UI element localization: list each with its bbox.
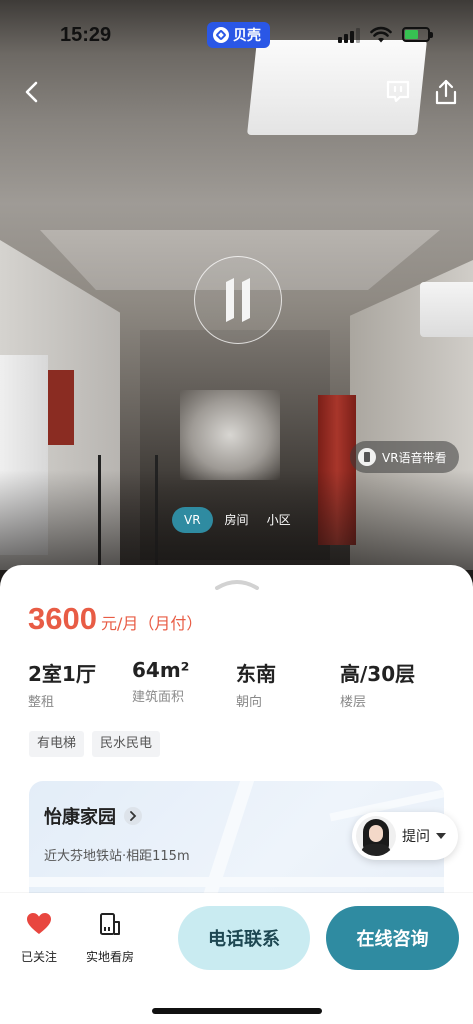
phone-contact-button[interactable]: 电话联系	[178, 906, 310, 970]
follow-button[interactable]: 已关注	[7, 910, 71, 965]
battery-icon	[402, 27, 433, 42]
spec-floor: 高/30层 楼层	[340, 658, 444, 710]
map-road	[197, 781, 255, 911]
pause-icon	[226, 278, 250, 322]
building-icon	[100, 913, 120, 935]
cellular-signal-icon	[338, 27, 360, 43]
price-row: 3600 元/月（月付）	[28, 601, 202, 637]
message-icon	[386, 80, 410, 103]
vr-voice-tour-button[interactable]: VR语音带看	[350, 441, 459, 473]
agent-avatar	[356, 816, 396, 856]
spec-value: 2室1厅	[28, 662, 96, 686]
view-tabs: VR 房间 小区	[172, 507, 297, 533]
heart-icon	[27, 913, 51, 934]
spec-value: 东南	[236, 662, 276, 686]
ask-label: 提问	[402, 829, 430, 845]
spec-label: 朝向	[236, 695, 263, 710]
back-button[interactable]	[14, 74, 50, 110]
community-distance: 近大芬地铁站·相距115m	[44, 849, 190, 864]
spec-label: 楼层	[340, 695, 367, 710]
spec-layout: 2室1厅 整租	[28, 658, 132, 710]
onsite-visit-button[interactable]: 实地看房	[78, 910, 142, 965]
share-button[interactable]	[428, 74, 464, 110]
community-name: 怡康家园	[44, 807, 116, 828]
spec-orientation: 东南 朝向	[236, 658, 340, 710]
sheet-handle-icon[interactable]	[214, 576, 260, 590]
onsite-visit-label: 实地看房	[85, 950, 134, 964]
rent-price: 3600	[28, 601, 97, 636]
spec-label: 整租	[28, 695, 55, 710]
home-indicator	[152, 1008, 322, 1014]
map-road	[29, 877, 444, 887]
rent-price-unit: 元/月（月付）	[100, 614, 203, 633]
back-icon	[25, 81, 38, 103]
status-time: 15:29	[60, 24, 112, 46]
red-panel	[48, 370, 74, 445]
beike-logo-icon	[213, 27, 229, 43]
online-consult-button[interactable]: 在线咨询	[326, 906, 459, 970]
follow-label: 已关注	[20, 950, 57, 964]
vr-voice-label: VR语音带看	[382, 450, 447, 465]
tag-utilities: 民水民电	[92, 731, 161, 757]
app-badge-label: 贝壳	[233, 28, 261, 44]
spec-row: 2室1厅 整租 64m² 建筑面积 东南 朝向 高/30层 楼层	[28, 658, 448, 710]
tab-vr[interactable]: VR	[172, 507, 213, 533]
spec-value: 64m²	[132, 658, 190, 682]
tab-community[interactable]: 小区	[261, 507, 297, 533]
spec-area: 64m² 建筑面积	[132, 658, 236, 710]
community-name-link[interactable]: 怡康家园	[44, 803, 142, 829]
chevron-right-icon	[124, 807, 142, 825]
share-icon	[435, 79, 457, 105]
spec-label: 建筑面积	[132, 690, 185, 705]
feature-tags: 有电梯 民水民电	[29, 731, 161, 757]
status-bar: 15:29 贝壳	[0, 0, 473, 70]
ask-question-button[interactable]: 提问	[352, 812, 458, 860]
spec-value: 高/30层	[340, 662, 416, 686]
message-button[interactable]	[380, 74, 416, 110]
wifi-icon	[370, 26, 392, 43]
tag-elevator: 有电梯	[29, 731, 85, 757]
app-badge: 贝壳	[207, 22, 270, 48]
caret-down-icon	[436, 833, 446, 839]
audio-guide-icon	[358, 448, 376, 466]
air-conditioner	[420, 282, 473, 337]
tab-room[interactable]: 房间	[219, 507, 255, 533]
pause-button[interactable]	[194, 256, 282, 344]
window-glow	[180, 390, 280, 480]
